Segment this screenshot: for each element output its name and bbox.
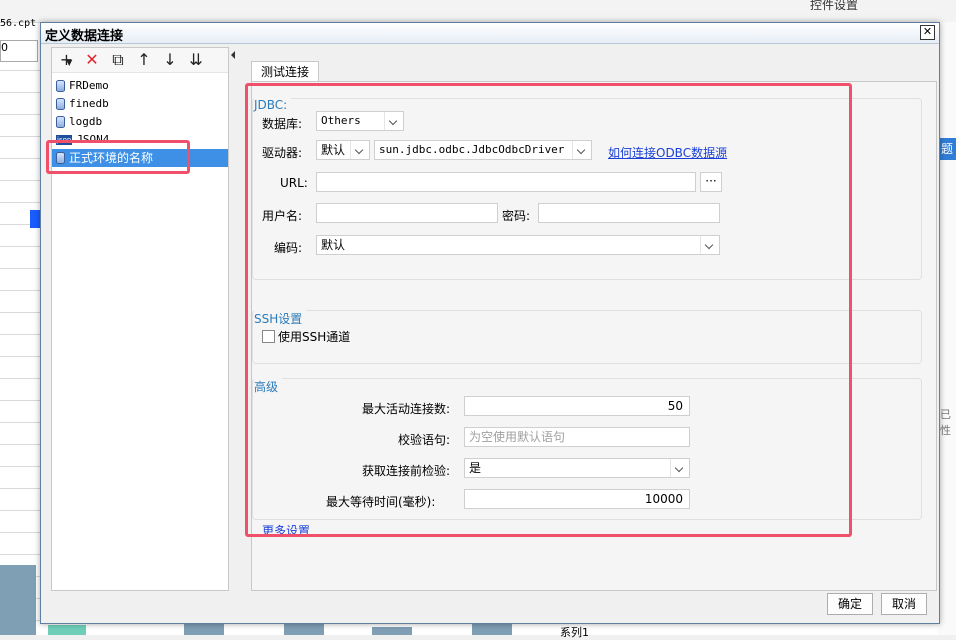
connection-name: logdb — [69, 115, 103, 128]
jdbc-section-title: JDBC: — [254, 98, 292, 112]
password-label: 密码: — [502, 209, 531, 223]
encoding-select[interactable]: 默认 — [316, 235, 720, 255]
url-label: URL: — [280, 176, 308, 190]
close-icon[interactable]: ✕ — [920, 25, 935, 40]
database-select[interactable]: Others — [316, 111, 404, 131]
driver-mode-value: 默认 — [321, 143, 346, 157]
encoding-label: 编码: — [274, 241, 303, 255]
connection-name: 正式环境的名称 — [69, 151, 154, 165]
background-right-text: 已 — [940, 408, 951, 421]
background-right-text: 性 — [940, 424, 951, 437]
chevron-down-icon — [350, 141, 369, 159]
database-icon — [56, 152, 65, 164]
max-active-label: 最大活动连接数: — [362, 402, 451, 416]
connection-list: FRDemo finedb logdb json JSON4 正式环境的名称 — [52, 77, 228, 167]
password-input[interactable] — [538, 203, 720, 223]
odbc-help-link[interactable]: 如何连接ODBC数据源 — [608, 144, 727, 161]
advanced-section-title: 高级 — [254, 378, 283, 395]
background-right-tab[interactable]: 题 — [938, 138, 956, 160]
driver-mode-select[interactable]: 默认 — [316, 140, 370, 160]
driver-select[interactable]: sun.jdbc.odbc.JdbcOdbcDriver — [374, 140, 592, 160]
background-zoom-combo[interactable]: 0 — [0, 40, 38, 62]
encoding-value: 默认 — [321, 238, 346, 252]
delete-connection-button[interactable]: ✕ — [82, 50, 102, 70]
database-value: Others — [321, 114, 361, 127]
chevron-down-icon: ▼ — [66, 58, 73, 67]
test-before-select[interactable]: 是 — [464, 458, 690, 478]
chevron-down-icon — [700, 236, 719, 254]
list-item[interactable]: logdb — [52, 113, 228, 131]
copy-connection-button[interactable]: ⧉ — [108, 50, 128, 70]
cancel-button[interactable]: 取消 — [881, 593, 928, 615]
max-wait-label: 最大等待时间(毫秒): — [326, 495, 436, 509]
background-chart-bar — [472, 623, 512, 635]
sort-button[interactable]: ⇊ — [186, 50, 206, 70]
max-active-input[interactable]: 50 — [464, 396, 690, 416]
background-legend-label: 系列1 — [560, 626, 589, 639]
connection-toolbar: +▼ ✕ ⧉ ↑ ↓ ⇊ — [52, 48, 228, 73]
background-selected-cell — [30, 210, 40, 228]
connection-name: FRDemo — [69, 79, 109, 92]
tab-test-connection[interactable]: 测试连接 — [251, 61, 320, 82]
use-ssh-checkbox[interactable] — [262, 330, 275, 343]
list-item[interactable]: json JSON4 — [52, 131, 228, 149]
username-label: 用户名: — [262, 209, 303, 223]
connection-list-panel: +▼ ✕ ⧉ ↑ ↓ ⇊ FRDemo finedb logdb json JS… — [51, 47, 229, 591]
background-chart-bar — [284, 623, 324, 635]
max-wait-input[interactable]: 10000 — [464, 489, 690, 509]
list-item[interactable]: finedb — [52, 95, 228, 113]
validation-query-input[interactable]: 为空使用默认语句 — [464, 427, 690, 447]
database-icon — [56, 98, 65, 110]
list-item-selected[interactable]: 正式环境的名称 — [52, 149, 228, 167]
test-before-label: 获取连接前检验: — [362, 464, 451, 478]
connection-name: JSON4 — [76, 133, 110, 146]
background-chart-bar — [0, 565, 36, 635]
list-item[interactable]: FRDemo — [52, 77, 228, 95]
move-up-button[interactable]: ↑ — [134, 50, 154, 70]
background-sheet-grid — [0, 70, 40, 635]
dialog-title: 定义数据连接 — [45, 29, 124, 44]
url-input[interactable] — [316, 172, 696, 192]
more-settings-link[interactable]: 更多设置 — [262, 522, 310, 539]
ssh-section: SSH设置 — [252, 310, 922, 364]
test-before-value: 是 — [469, 461, 482, 475]
background-file-name: 56.cpt — [0, 18, 37, 29]
chevron-down-icon — [572, 141, 591, 159]
database-icon — [56, 80, 65, 92]
use-ssh-label[interactable]: 使用SSH通道 — [278, 328, 350, 345]
driver-value: sun.jdbc.odbc.JdbcOdbcDriver — [379, 143, 565, 156]
background-chart-bar — [372, 627, 412, 635]
ok-button[interactable]: 确定 — [827, 593, 874, 615]
background-panel-title: 控件设置 — [810, 0, 859, 12]
database-label: 数据库: — [262, 117, 303, 131]
url-browse-button[interactable]: ··· — [700, 172, 722, 192]
username-input[interactable] — [316, 203, 498, 223]
move-down-button[interactable]: ↓ — [160, 50, 180, 70]
ssh-section-title: SSH设置 — [254, 310, 307, 327]
database-icon — [56, 116, 65, 128]
validation-query-label: 校验语句: — [398, 433, 451, 447]
settings-content: JDBC: 数据库: Others 驱动器: 默认 sun.jdbc.odbc.… — [251, 81, 937, 591]
driver-label: 驱动器: — [262, 146, 303, 160]
connection-name: finedb — [69, 97, 109, 110]
define-data-connection-dialog: 定义数据连接 ✕ +▼ ✕ ⧉ ↑ ↓ ⇊ FRDemo finedb logd… — [40, 22, 940, 624]
connection-settings-panel: 测试连接 JDBC: 数据库: Others 驱动器: 默认 sun.jdbc.… — [235, 47, 937, 591]
add-connection-button[interactable]: +▼ — [56, 50, 76, 70]
background-right-panel — [938, 22, 956, 635]
json-icon: json — [56, 135, 73, 145]
background-chart-bar — [48, 625, 86, 635]
chevron-down-icon — [384, 112, 403, 130]
chevron-down-icon — [670, 459, 689, 477]
dialog-titlebar[interactable]: 定义数据连接 ✕ — [41, 23, 939, 44]
background-chart-bar — [184, 623, 224, 635]
